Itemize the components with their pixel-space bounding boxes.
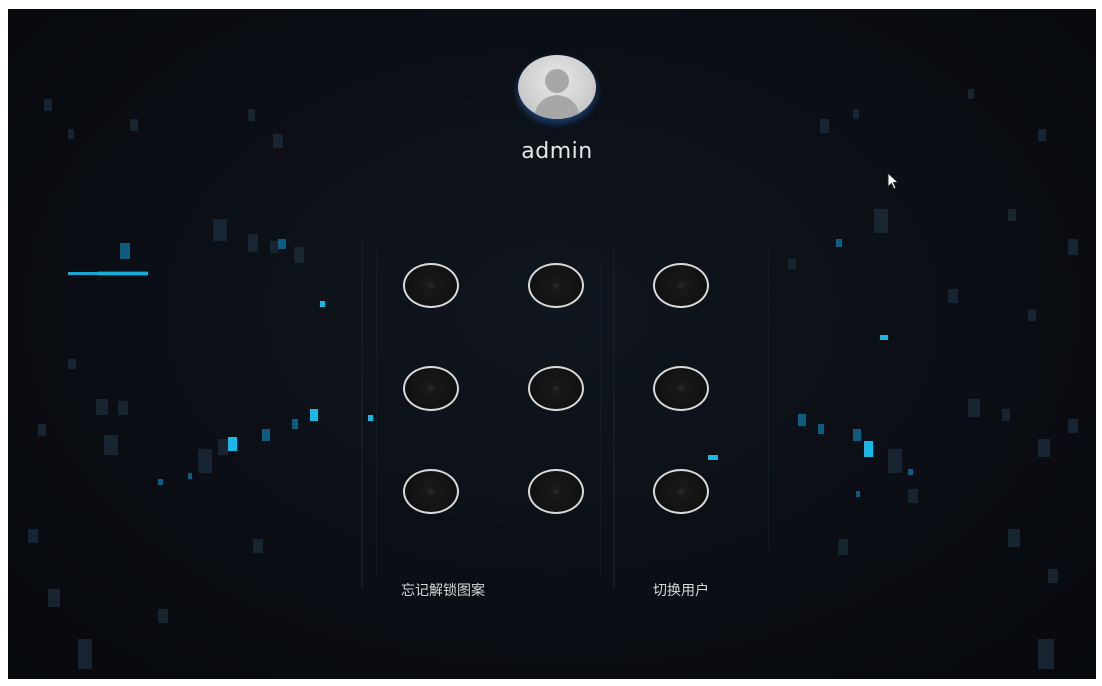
pattern-dot-2[interactable] <box>528 263 584 308</box>
pattern-dot-8[interactable] <box>528 469 584 514</box>
pattern-dot-1[interactable] <box>403 263 459 308</box>
pattern-dot-4[interactable] <box>403 366 459 411</box>
pattern-dot-3[interactable] <box>653 263 709 308</box>
forgot-pattern-link[interactable]: 忘记解锁图案 <box>401 580 485 600</box>
pattern-dot-6[interactable] <box>653 366 709 411</box>
switch-user-link[interactable]: 切换用户 <box>653 580 709 600</box>
pattern-dot-7[interactable] <box>403 469 459 514</box>
mouse-cursor-icon <box>887 172 900 190</box>
user-avatar-icon <box>534 69 580 119</box>
user-avatar <box>518 55 596 119</box>
pattern-dot-9[interactable] <box>653 469 709 514</box>
pattern-dot-5[interactable] <box>528 366 584 411</box>
lock-screen: admin 忘记解锁图案 切换用户 <box>8 9 1096 679</box>
username-label: admin <box>521 139 593 164</box>
